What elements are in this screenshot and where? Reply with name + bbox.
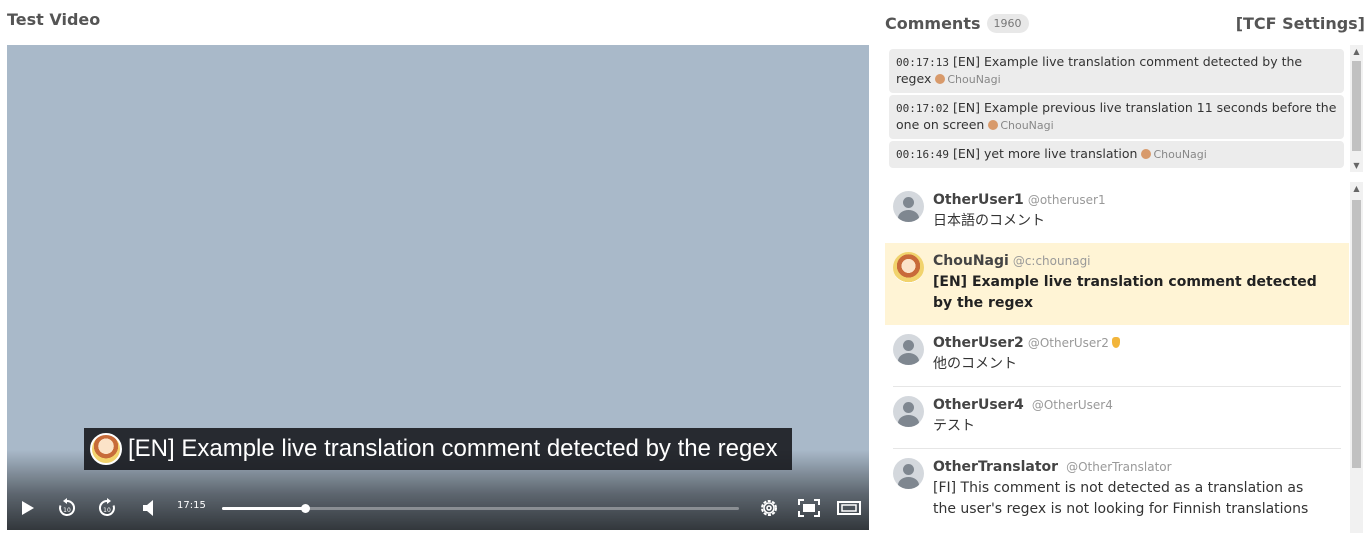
chat-message[interactable]: OtherUser1 @otheruser1 日本語のコメント <box>885 182 1349 244</box>
author-name[interactable]: OtherTranslator <box>933 459 1058 475</box>
author-handle: @OtherUser2 <box>1027 336 1109 350</box>
chat-message[interactable]: OtherUser2 @OtherUser2 他のコメント <box>885 325 1349 387</box>
comments-title: Comments <box>885 13 981 33</box>
play-icon[interactable] <box>18 498 38 518</box>
theater-mode-icon[interactable] <box>836 497 862 519</box>
chat-message[interactable]: OtherTranslator @OtherTranslator [FI] Thi… <box>885 449 1349 533</box>
avatar <box>893 252 924 283</box>
rewind-10-icon[interactable]: 10 <box>56 497 78 519</box>
translation-author: ChouNagi <box>1141 148 1207 161</box>
seek-handle[interactable] <box>300 504 310 513</box>
chat-list[interactable]: OtherUser1 @otheruser1 日本語のコメント ChouNagi @… <box>885 182 1349 533</box>
video-player[interactable]: [EN] Example live translation comment de… <box>7 45 869 530</box>
translation-timestamp[interactable]: 00:17:02 <box>896 102 949 115</box>
author-avatar-icon <box>1141 149 1152 159</box>
chat-message[interactable]: OtherUser4 @OtherUser4 テスト <box>885 387 1349 449</box>
translation-text: [EN] Example previous live translation 1… <box>896 100 1337 132</box>
author-handle: @OtherUser4 <box>1031 398 1113 412</box>
scroll-thumb[interactable] <box>1352 61 1361 151</box>
scroll-thumb[interactable] <box>1352 200 1361 468</box>
member-badge-icon <box>1111 337 1120 348</box>
volume-icon[interactable] <box>138 498 158 518</box>
avatar <box>893 191 924 222</box>
avatar <box>893 396 924 427</box>
fullscreen-icon[interactable] <box>797 497 821 519</box>
translation-author-name: ChouNagi <box>1000 119 1054 132</box>
message-text: テスト <box>933 418 975 434</box>
gear-icon[interactable] <box>758 497 780 519</box>
chat-message-translation[interactable]: ChouNagi @c:chounagi [EN] Example live tr… <box>885 243 1349 325</box>
current-time: 17:15 <box>177 500 206 511</box>
seek-bar[interactable] <box>222 504 739 513</box>
translation-item[interactable]: 00:16:49 [EN] yet more live translation … <box>889 141 1344 168</box>
message-text: [EN] Example live translation comment de… <box>933 274 1317 311</box>
avatar <box>893 334 924 365</box>
translation-timestamp[interactable]: 00:17:13 <box>896 56 949 69</box>
avatar <box>893 458 924 489</box>
message-text: 他のコメント <box>933 356 1017 372</box>
author-handle: @otheruser1 <box>1027 193 1106 207</box>
video-title: Test Video <box>7 10 101 29</box>
translation-author: ChouNagi <box>935 73 1001 86</box>
forward-10-icon[interactable]: 10 <box>96 497 118 519</box>
author-avatar-icon <box>988 120 999 130</box>
scroll-up-icon[interactable]: ▲ <box>1350 182 1363 195</box>
message-text: [FI] This comment is not detected as a t… <box>933 480 1309 517</box>
translation-author-name: ChouNagi <box>1153 148 1207 161</box>
svg-text:10: 10 <box>103 507 111 514</box>
author-handle: @c:chounagi <box>1012 254 1091 268</box>
svg-text:10: 10 <box>63 507 71 514</box>
translation-author: ChouNagi <box>988 119 1054 132</box>
message-text: 日本語のコメント <box>933 213 1045 229</box>
translation-text: [EN] yet more live translation <box>952 146 1138 161</box>
seek-progress <box>222 507 305 510</box>
comments-count-badge: 1960 <box>986 13 1029 33</box>
author-name[interactable]: OtherUser2 <box>933 335 1024 351</box>
author-handle: @OtherTranslator <box>1066 460 1172 474</box>
translation-list[interactable]: 00:17:13 [EN] Example live translation c… <box>885 45 1363 172</box>
translation-timestamp[interactable]: 00:16:49 <box>896 148 949 161</box>
translation-caption: [EN] Example live translation comment de… <box>84 428 792 470</box>
translation-author-name: ChouNagi <box>947 73 1001 86</box>
author-name[interactable]: ChouNagi <box>933 253 1009 269</box>
translation-list-scrollbar[interactable]: ▲ ▼ <box>1350 45 1363 172</box>
author-name[interactable]: OtherUser4 <box>933 397 1024 413</box>
translation-item[interactable]: 00:17:13 [EN] Example live translation c… <box>889 49 1344 93</box>
comments-header: Comments 1960 [TCF Settings] <box>885 10 1365 36</box>
translation-item[interactable]: 00:17:02 [EN] Example previous live tran… <box>889 95 1344 139</box>
tcf-settings-link[interactable]: [TCF Settings] <box>1236 14 1365 33</box>
caption-text: [EN] Example live translation comment de… <box>128 435 778 462</box>
author-name[interactable]: OtherUser1 <box>933 192 1024 208</box>
scroll-up-icon[interactable]: ▲ <box>1350 45 1363 58</box>
scroll-down-icon[interactable]: ▼ <box>1350 159 1363 172</box>
caption-avatar <box>90 433 122 465</box>
player-controls: 10 10 17:15 <box>7 486 869 530</box>
author-avatar-icon <box>935 74 946 84</box>
chat-scrollbar[interactable]: ▲ <box>1350 182 1363 533</box>
